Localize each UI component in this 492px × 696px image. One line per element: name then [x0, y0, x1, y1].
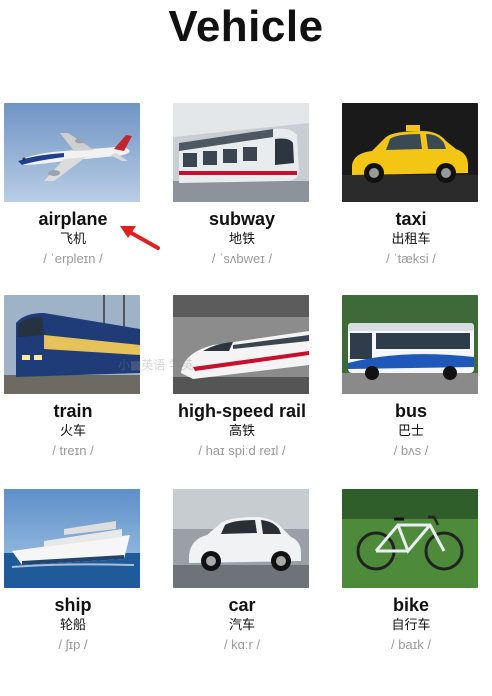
- vehicle-card-high-speed-rail: high-speed rail 高铁 / haɪ spiːd reɪl /: [173, 295, 311, 459]
- english-word: car: [228, 595, 256, 615]
- vehicle-card-subway: subway 地铁 / ˈsʌbweɪ /: [173, 103, 311, 267]
- watermark-text: 小■英语 学英: [118, 358, 194, 372]
- phonetic: / bʌs /: [393, 443, 429, 458]
- chinese-word: 轮船: [59, 617, 86, 632]
- ship-photo: [4, 489, 140, 588]
- english-word: bike: [392, 595, 430, 615]
- english-word: taxi: [395, 209, 427, 229]
- english-word: subway: [208, 209, 276, 229]
- car-photo: [173, 489, 309, 588]
- vehicle-card-ship: ship 轮船 / ʃɪp /: [4, 489, 142, 653]
- english-word: high-speed rail: [177, 401, 307, 421]
- chinese-word: 汽车: [228, 617, 255, 632]
- phonetic: / kɑːr /: [223, 637, 261, 652]
- high-speed-rail-photo: [173, 295, 309, 394]
- chinese-word: 高铁: [228, 423, 255, 438]
- red-arrow-icon: [120, 226, 160, 250]
- vehicle-card-car: car 汽车 / kɑːr /: [173, 489, 311, 653]
- chinese-word: 地铁: [228, 231, 255, 246]
- english-word: ship: [54, 595, 92, 615]
- chinese-word: 巴士: [397, 423, 424, 438]
- phonetic: / haɪ spiːd reɪl /: [198, 443, 286, 458]
- phonetic: / ˈsʌbweɪ /: [211, 251, 273, 266]
- phonetic: / ˈerpleɪn /: [43, 251, 103, 266]
- bike-photo: [342, 489, 478, 588]
- phonetic: / ʃɪp /: [58, 637, 88, 652]
- english-word: train: [53, 401, 93, 421]
- vehicle-card-bus: bus 巴士 / bʌs /: [342, 295, 480, 459]
- chinese-word: 自行车: [391, 617, 431, 632]
- phonetic: / ˈtæksi /: [386, 251, 436, 266]
- vehicle-card-bike: bike 自行车 / baɪk /: [342, 489, 480, 653]
- chinese-word: 火车: [59, 423, 86, 438]
- vehicle-card-taxi: taxi 出租车 / ˈtæksi /: [342, 103, 480, 267]
- taxi-photo: [342, 103, 478, 202]
- phonetic: / treɪn /: [52, 443, 94, 458]
- chinese-word: 出租车: [391, 231, 431, 246]
- page-title: Vehicle: [168, 2, 324, 51]
- phonetic: / baɪk /: [390, 637, 432, 652]
- subway-photo: [173, 103, 309, 202]
- train-photo: [4, 295, 140, 394]
- airplane-photo: [4, 103, 140, 202]
- english-word: bus: [394, 401, 427, 421]
- vehicle-card-train: train 火车 / treɪn /: [4, 295, 142, 459]
- bus-photo: [342, 295, 478, 394]
